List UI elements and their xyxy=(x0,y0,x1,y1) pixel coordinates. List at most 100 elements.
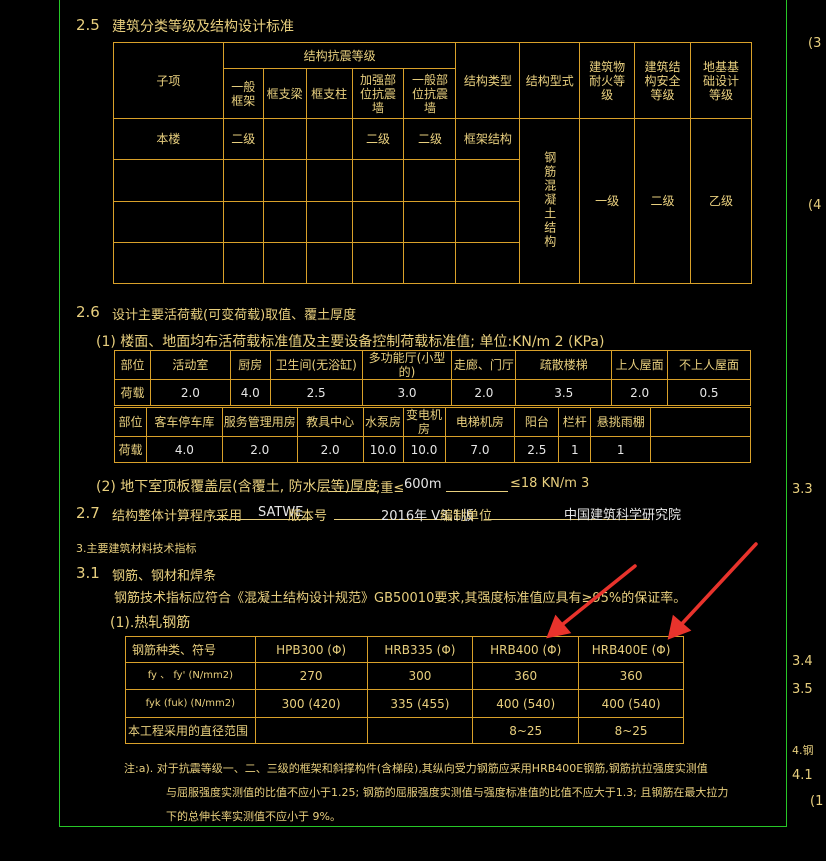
rebar-description: 钢筋技术指标应符合《混凝土结构设计规范》GB50010要求,其强度标准值应具有≥… xyxy=(114,591,687,606)
note-line-1: 注:a). 对于抗震等级一、二、三级的框架和斜撑构件(含梯段),其纵向受力钢筋应… xyxy=(124,762,708,775)
t1-h3: 卫生间(无浴缸) xyxy=(269,350,363,380)
t2-h1: 客车停车库 xyxy=(145,407,223,437)
top-cut-text: ─ ── ─ ──── xyxy=(110,0,173,5)
h-item: 子项 xyxy=(113,41,224,120)
soil-weight-label: ;重≤ xyxy=(376,481,405,496)
section-2-5-number: 2.5 xyxy=(76,16,100,34)
r-struct-form: 钢筋混凝土结构 xyxy=(542,150,557,249)
t1-h6: 疏散楼梯 xyxy=(515,350,613,380)
t1-h2: 厨房 xyxy=(229,350,271,380)
soil-thickness-value: 600m xyxy=(404,477,442,492)
r-item: 本楼 xyxy=(113,118,224,161)
section-3-1-title: 钢筋、钢材和焊条 xyxy=(112,569,217,584)
section-3-heading: 3.主要建筑材料技术指标 xyxy=(76,542,197,555)
t2-v9 xyxy=(650,436,751,463)
r-safety: 二级 xyxy=(634,118,692,284)
note-line-3: 下的总伸长率实测值不应小于 9%。 xyxy=(166,810,341,823)
building-class-table: 子项 结构抗震等级 结构类型 结构型式 建筑物耐火等级 建筑结构安全等级 地基基… xyxy=(113,41,752,285)
live-load-table-2: 部位 客车停车库 服务管理用房 教具中心 水泵房 变电机房 电梯机房 阳台 栏杆… xyxy=(114,407,751,463)
soil-weight-value: ≤18 KN/m 3 xyxy=(510,476,590,491)
t2-h8: 栏杆 xyxy=(558,407,592,437)
t1-v4: 2.0 xyxy=(451,379,517,406)
t1-h4: 多功能厅(小型的) xyxy=(361,350,453,380)
t2-v6: 2.5 xyxy=(514,436,560,463)
h-sub-frame: 一般框架 xyxy=(222,68,264,120)
t1-row-label: 荷载 xyxy=(114,379,151,406)
h-foundation: 地基基础设计等级 xyxy=(690,41,752,120)
r-strong-wall: 二级 xyxy=(351,118,405,161)
t2-v8: 1 xyxy=(590,436,652,463)
t2-h4: 水泵房 xyxy=(362,407,404,437)
h-struct-form: 结构型式 xyxy=(519,41,581,120)
section-3-1-number: 3.1 xyxy=(76,564,100,582)
h-sub-beam: 框支梁 xyxy=(262,68,307,120)
drawing-frame-left xyxy=(59,0,60,826)
section-2-6-title: 设计主要活荷载(可变荷载)取值、覆土厚度 xyxy=(112,308,357,323)
h-fire: 建筑物耐火等级 xyxy=(579,41,636,120)
t2-h7: 阳台 xyxy=(514,407,560,437)
section-2-6-number: 2.6 xyxy=(76,303,100,321)
t2-v3: 10.0 xyxy=(362,436,404,463)
t2-h5: 变电机房 xyxy=(402,407,446,437)
section-2-7-number: 2.7 xyxy=(76,504,100,522)
t1-h1: 活动室 xyxy=(149,350,231,380)
rebar-h1: HPB300 (Φ) xyxy=(254,636,368,663)
rebar-r1-v1: 335 (455) xyxy=(366,689,474,718)
drawing-frame-bottom xyxy=(59,826,787,827)
margin-text-e: 3.5 xyxy=(792,682,813,697)
arrow-2-head-icon xyxy=(667,614,692,640)
t2-v0: 4.0 xyxy=(145,436,223,463)
rebar-r0-v3: 360 xyxy=(578,662,684,690)
rebar-r1-v3: 400 (540) xyxy=(578,689,684,718)
version-label: 版本号 xyxy=(288,509,328,524)
h-sub-column: 框支柱 xyxy=(305,68,353,120)
rebar-h4: HRB400E (Φ) xyxy=(578,636,684,663)
t2-h0: 部位 xyxy=(114,407,147,437)
t2-v2: 2.0 xyxy=(296,436,364,463)
section-2-5-title: 建筑分类等级及结构设计标准 xyxy=(112,19,294,35)
rebar-r2-v1 xyxy=(366,717,474,744)
margin-text-c: 3.3 xyxy=(792,482,813,497)
load-subtitle-1: (1) 楼面、地面均布活荷载标准值及主要设备控制荷载标准值; 单位:KN/m 2… xyxy=(96,334,605,350)
t1-h5: 走廊、门厅 xyxy=(451,350,517,380)
t1-v6: 2.0 xyxy=(611,379,669,406)
arrow-1-head-icon xyxy=(546,614,572,639)
r-general-wall: 二级 xyxy=(403,118,457,161)
margin-text-b: (4 xyxy=(808,198,822,213)
t1-v7: 0.5 xyxy=(667,379,751,406)
t1-v5: 3.5 xyxy=(515,379,613,406)
unit-value: 中国建筑科学研究院 xyxy=(564,508,682,523)
rebar-r2-v3: 8~25 xyxy=(578,717,684,744)
t2-h6: 电梯机房 xyxy=(444,407,516,437)
rebar-r0-v2: 360 xyxy=(472,662,580,690)
r-struct-type: 框架结构 xyxy=(455,118,521,161)
t1-h0: 部位 xyxy=(114,350,151,380)
t2-v4: 10.0 xyxy=(402,436,446,463)
margin-text-f: 4.钢 xyxy=(792,744,814,757)
rebar-r2-v2: 8~25 xyxy=(472,717,580,744)
h-sub-general-wall: 一般部位抗震墙 xyxy=(403,68,457,120)
t2-h10 xyxy=(650,407,751,437)
r-frame: 二级 xyxy=(222,118,264,161)
rebar-r1-v2: 400 (540) xyxy=(472,689,580,718)
r-fire: 一级 xyxy=(579,118,636,284)
rebar-r0-v0: 270 xyxy=(254,662,368,690)
margin-text-g: 4.1 xyxy=(792,768,813,783)
t2-h2: 服务管理用房 xyxy=(221,407,298,437)
t2-v7: 1 xyxy=(558,436,592,463)
margin-text-d: 3.4 xyxy=(792,654,813,669)
rebar-h2: HRB335 (Φ) xyxy=(366,636,474,663)
t2-v5: 7.0 xyxy=(444,436,516,463)
t2-h3: 教具中心 xyxy=(296,407,364,437)
r-foundation: 乙级 xyxy=(690,118,752,284)
t1-v3: 3.0 xyxy=(361,379,453,406)
t1-h8: 不上人屋面 xyxy=(667,350,751,380)
h-safety: 建筑结构安全等级 xyxy=(634,41,692,120)
rebar-r0-label: fy 、 fy' (N/mm2) xyxy=(125,662,256,690)
live-load-table-1: 部位 活动室 厨房 卫生间(无浴缸) 多功能厅(小型的) 走廊、门厅 疏散楼梯 … xyxy=(114,350,751,406)
hot-rolled-subtitle: (1).热轧钢筋 xyxy=(110,615,191,631)
t2-h9: 悬挑雨棚 xyxy=(590,407,652,437)
rebar-r1-v0: 300 (420) xyxy=(254,689,368,718)
h-seismic: 结构抗震等级 xyxy=(222,41,457,70)
t1-v2: 2.5 xyxy=(269,379,363,406)
